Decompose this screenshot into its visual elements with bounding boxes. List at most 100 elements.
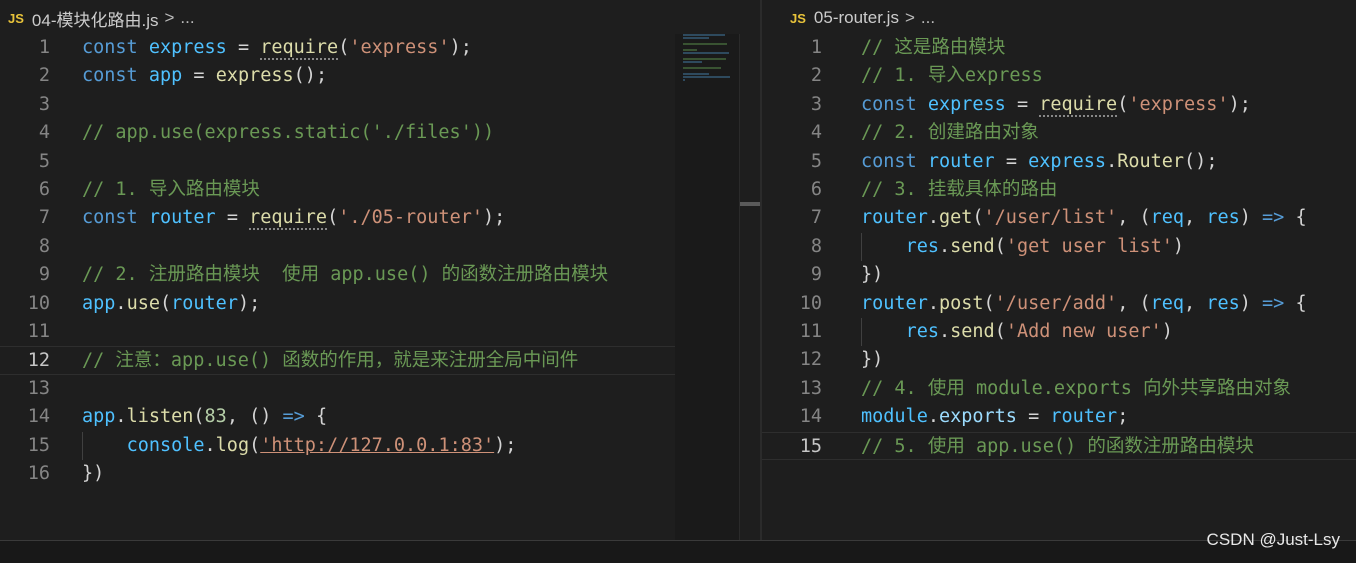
scrollbar-thumb[interactable] — [740, 202, 760, 206]
code-line[interactable]: 6 // 1. 导入路由模块 — [0, 176, 760, 204]
line-number: 4 — [810, 122, 822, 144]
line-number: 15 — [799, 435, 822, 457]
line-number: 1 — [810, 37, 822, 58]
code-text: // 这是路由模块 — [861, 37, 1006, 58]
code-text: // app.use(express.static('./files')) — [82, 122, 495, 144]
right-editor-pane[interactable]: JS 05-router.js > ... 1 // 这是路由模块 2 // 1. 导… — [762, 0, 1356, 540]
line-number: 5 — [38, 150, 50, 172]
code-line[interactable]: 5 — [0, 148, 760, 176]
line-number: 6 — [38, 179, 50, 200]
code-line[interactable]: 6 // 3. 挂载具体的路由 — [762, 176, 1356, 204]
minimap-line — [683, 49, 698, 51]
right-breadcrumb[interactable]: JS 05-router.js > ... — [762, 0, 1356, 36]
watermark: CSDN @Just-Lsy — [1206, 530, 1340, 549]
code-line[interactable]: 7 router.get('/user/list', (req, res) => … — [762, 204, 1356, 232]
line-number: 9 — [38, 264, 50, 286]
code-text: router.post('/user/add', (req, res) => { — [861, 292, 1307, 314]
code-line[interactable]: 14 app.listen(83, () => { — [0, 403, 760, 431]
line-number: 13 — [799, 377, 822, 399]
code-text: }) — [82, 463, 105, 484]
code-line[interactable]: 10 router.post('/user/add', (req, res) =>… — [762, 290, 1356, 318]
code-line[interactable]: 16}) — [0, 460, 760, 488]
line-number: 6 — [810, 179, 822, 200]
code-line[interactable]: 13 — [0, 375, 760, 403]
minimap[interactable] — [675, 34, 739, 540]
line-number: 12 — [27, 350, 50, 372]
code-line[interactable]: 2 const app = express(); — [0, 62, 760, 90]
left-code-editor[interactable]: 1 const express = require('express'); 2 con… — [0, 34, 760, 540]
code-line[interactable]: 4 // 2. 创建路由对象 — [762, 119, 1356, 147]
left-filename[interactable]: 04-模块化路由.js — [32, 6, 159, 31]
code-line[interactable]: 8 — [0, 233, 760, 261]
code-line[interactable]: 15 console.log('http://127.0.0.1:83'); — [0, 432, 760, 460]
minimap-line — [683, 61, 703, 63]
code-line[interactable]: 13 // 4. 使用 module.exports 向外共享路由对象 — [762, 375, 1356, 403]
code-line[interactable]: 3 const express = require('express'); — [762, 91, 1356, 119]
code-text: const router = require('./05-router'); — [82, 207, 506, 231]
line-number: 5 — [810, 150, 822, 172]
right-filename[interactable]: 05-router.js — [814, 8, 899, 28]
code-text: }) — [861, 349, 884, 371]
line-number: 2 — [810, 65, 822, 87]
code-text: // 4. 使用 module.exports 向外共享路由对象 — [861, 377, 1292, 399]
left-editor-pane[interactable]: JS 04-模块化路由.js > ... 1 const express = re… — [0, 0, 760, 540]
code-line[interactable]: 11 — [0, 318, 760, 346]
code-line[interactable]: 5 const router = express.Router(); — [762, 148, 1356, 176]
minimap-line — [683, 73, 710, 75]
code-text: res.send('Add new user') — [905, 321, 1173, 342]
left-breadcrumb[interactable]: JS 04-模块化路由.js > ... — [0, 0, 760, 36]
breadcrumb-more[interactable]: ... — [180, 8, 194, 28]
code-line[interactable]: 14 module.exports = router; — [762, 403, 1356, 431]
chevron-right-icon: > — [164, 8, 175, 27]
indent-guide — [861, 318, 862, 347]
code-text: // 5. 使用 app.use() 的函数注册路由模块 — [861, 435, 1254, 457]
line-number: 14 — [799, 406, 822, 428]
chevron-right-icon: > — [904, 8, 915, 27]
code-text: // 3. 挂载具体的路由 — [861, 179, 1058, 200]
code-line[interactable]: 11 res.send('Add new user') — [762, 318, 1356, 346]
code-text: console.log('http://127.0.0.1:83'); — [126, 434, 517, 456]
minimap-line — [683, 37, 710, 39]
js-file-icon: JS — [8, 10, 24, 26]
code-text: const express = require('express'); — [82, 37, 472, 60]
breadcrumb-more[interactable]: ... — [921, 8, 935, 28]
code-text: // 1. 导入express — [861, 65, 1043, 87]
vertical-scrollbar[interactable] — [739, 34, 760, 540]
code-line[interactable]: 8 res.send('get user list') — [762, 233, 1356, 261]
code-text: res.send('get user list') — [905, 235, 1185, 257]
code-text: app.listen(83, () => { — [82, 406, 328, 428]
code-text: // 1. 导入路由模块 — [82, 179, 260, 200]
line-number: 7 — [38, 207, 50, 229]
line-number: 8 — [810, 235, 822, 257]
code-line[interactable]: 12 // 注意：app.use() 函数的作用，就是来注册全局中间件 — [0, 346, 760, 375]
code-line[interactable]: 15 // 5. 使用 app.use() 的函数注册路由模块 — [762, 431, 1356, 460]
bottom-panel — [0, 540, 1356, 563]
right-code-editor[interactable]: 1 // 这是路由模块 2 // 1. 导入express 3 const express… — [762, 34, 1356, 540]
line-number: 3 — [810, 93, 822, 115]
minimap-line — [683, 76, 730, 78]
line-number: 4 — [38, 122, 50, 144]
code-line[interactable]: 12}) — [762, 346, 1356, 374]
code-line[interactable]: 7 const router = require('./05-router'); — [0, 204, 760, 232]
code-text: const app = express(); — [82, 65, 328, 87]
code-line[interactable]: 1 // 这是路由模块 — [762, 34, 1356, 62]
code-text: module.exports = router; — [861, 406, 1129, 428]
code-line[interactable]: 4 // app.use(express.static('./files')) — [0, 119, 760, 147]
code-line[interactable]: 10 app.use(router); — [0, 290, 760, 318]
code-line[interactable]: 2 // 1. 导入express — [762, 62, 1356, 90]
js-file-icon: JS — [790, 10, 806, 26]
line-number: 13 — [27, 377, 50, 399]
code-text: const router = express.Router(); — [861, 150, 1218, 172]
line-number: 2 — [38, 65, 50, 87]
code-text: app.use(router); — [82, 292, 261, 314]
code-line[interactable]: 9}) — [762, 261, 1356, 289]
indent-guide — [82, 431, 83, 460]
code-text: // 2. 创建路由对象 — [861, 122, 1039, 144]
line-number: 7 — [810, 207, 822, 229]
code-line[interactable]: 9 // 2. 注册路由模块 使用 app.use() 的函数注册路由模块 — [0, 261, 760, 289]
code-line[interactable]: 1 const express = require('express'); — [0, 34, 760, 62]
code-line[interactable]: 3 — [0, 91, 760, 119]
line-number: 11 — [799, 321, 822, 342]
minimap-line — [683, 58, 727, 60]
minimap-line — [683, 43, 728, 45]
